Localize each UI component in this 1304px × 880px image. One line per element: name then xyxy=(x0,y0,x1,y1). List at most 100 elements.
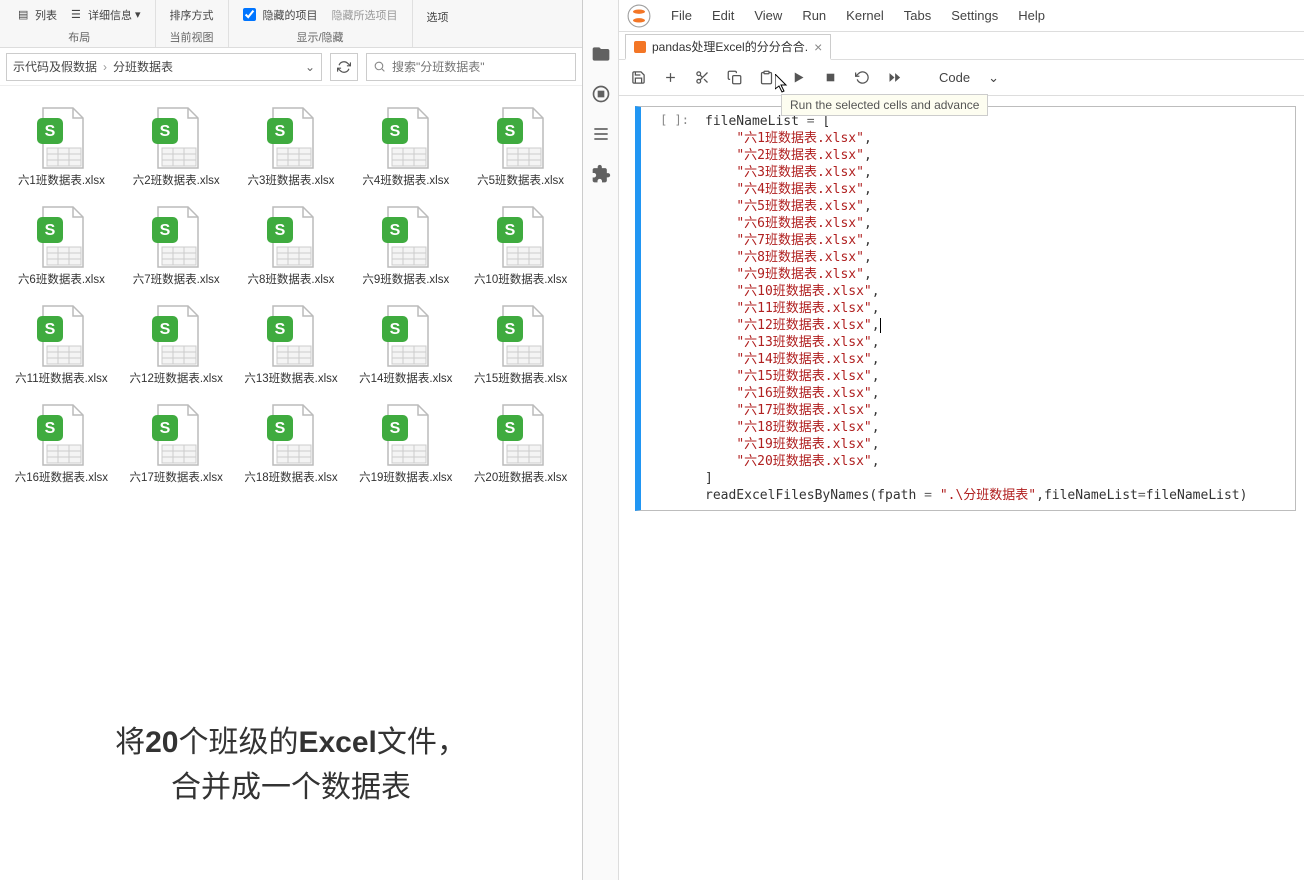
notebook-tab[interactable]: pandas处理Excel的分分合合. × xyxy=(625,34,831,60)
file-item[interactable]: S 六3班数据表.xlsx xyxy=(236,100,347,193)
file-item[interactable]: S 六16班数据表.xlsx xyxy=(6,397,117,490)
file-item[interactable]: S 六12班数据表.xlsx xyxy=(121,298,232,391)
file-label: 六2班数据表.xlsx xyxy=(133,174,220,189)
xlsx-icon: S xyxy=(140,401,212,471)
ribbon: ▤列表 ☰详细信息 ▾ 布局 排序方式 当前视图 隐藏的项目 隐藏所选项目 显示… xyxy=(0,0,582,48)
options-button[interactable]: 选项 xyxy=(423,7,453,27)
details-view-button[interactable]: ☰详细信息 ▾ xyxy=(67,5,145,25)
file-item[interactable]: S 六2班数据表.xlsx xyxy=(121,100,232,193)
hidden-items-checkbox[interactable]: 隐藏的项目 xyxy=(239,5,322,25)
file-item[interactable]: S 六14班数据表.xlsx xyxy=(350,298,461,391)
xlsx-icon: S xyxy=(25,302,97,372)
svg-text:S: S xyxy=(45,222,56,239)
file-item[interactable]: S 六5班数据表.xlsx xyxy=(465,100,576,193)
xlsx-icon: S xyxy=(255,302,327,372)
hide-selected-button[interactable]: 隐藏所选项目 xyxy=(328,5,402,25)
file-item[interactable]: S 六15班数据表.xlsx xyxy=(465,298,576,391)
insert-cell-button[interactable] xyxy=(661,69,679,87)
svg-text:S: S xyxy=(275,123,286,140)
file-item[interactable]: S 六7班数据表.xlsx xyxy=(121,199,232,292)
file-item[interactable]: S 六6班数据表.xlsx xyxy=(6,199,117,292)
menu-help[interactable]: Help xyxy=(1008,4,1055,27)
breadcrumb-part2[interactable]: 分班数据表 xyxy=(113,58,173,75)
refresh-button[interactable] xyxy=(330,53,358,81)
toc-icon[interactable] xyxy=(591,124,611,144)
close-icon[interactable]: × xyxy=(814,39,822,55)
file-item[interactable]: S 六20班数据表.xlsx xyxy=(465,397,576,490)
group-view-label: 当前视图 xyxy=(170,29,214,47)
file-label: 六18班数据表.xlsx xyxy=(244,471,337,486)
xlsx-icon: S xyxy=(370,203,442,273)
menu-file[interactable]: File xyxy=(661,4,702,27)
file-label: 六20班数据表.xlsx xyxy=(474,471,567,486)
file-item[interactable]: S 六8班数据表.xlsx xyxy=(236,199,347,292)
copy-button[interactable] xyxy=(725,69,743,87)
explorer-nav: 示代码及假数据 › 分班数据表 ⌄ xyxy=(0,48,582,86)
menu-settings[interactable]: Settings xyxy=(941,4,1008,27)
menu-run[interactable]: Run xyxy=(792,4,836,27)
file-item[interactable]: S 六13班数据表.xlsx xyxy=(236,298,347,391)
file-item[interactable]: S 六9班数据表.xlsx xyxy=(350,199,461,292)
menu-tabs[interactable]: Tabs xyxy=(894,4,941,27)
xlsx-icon: S xyxy=(140,302,212,372)
breadcrumb-part1[interactable]: 示代码及假数据 xyxy=(13,58,97,75)
list-label: 列表 xyxy=(35,7,57,23)
list-view-button[interactable]: ▤列表 xyxy=(14,5,61,25)
celltype-select[interactable]: Code⌄ xyxy=(939,70,999,86)
code-editor[interactable]: fileNameList = [ "六1班数据表.xlsx", "六2班数据表.… xyxy=(697,107,1295,510)
file-item[interactable]: S 六11班数据表.xlsx xyxy=(6,298,117,391)
xlsx-icon: S xyxy=(255,401,327,471)
file-item[interactable]: S 六17班数据表.xlsx xyxy=(121,397,232,490)
cut-button[interactable] xyxy=(693,69,711,87)
menu-edit[interactable]: Edit xyxy=(702,4,744,27)
run-button[interactable] xyxy=(789,69,807,87)
search-icon xyxy=(373,60,386,73)
menu-view[interactable]: View xyxy=(744,4,792,27)
file-label: 六9班数据表.xlsx xyxy=(362,273,449,288)
file-label: 六5班数据表.xlsx xyxy=(477,174,564,189)
svg-text:S: S xyxy=(45,123,56,140)
xlsx-icon: S xyxy=(370,302,442,372)
breadcrumb[interactable]: 示代码及假数据 › 分班数据表 ⌄ xyxy=(6,53,322,81)
ribbon-group-show: 隐藏的项目 隐藏所选项目 显示/隐藏 xyxy=(229,0,413,47)
search-box[interactable] xyxy=(366,53,576,81)
xlsx-icon: S xyxy=(485,401,557,471)
restart-run-all-button[interactable] xyxy=(885,69,903,87)
file-label: 六3班数据表.xlsx xyxy=(248,174,335,189)
caption: 将20个班级的Excel文件， 合并成一个数据表 xyxy=(0,720,582,810)
file-label: 六12班数据表.xlsx xyxy=(130,372,223,387)
file-label: 六14班数据表.xlsx xyxy=(359,372,452,387)
jupyter-main: FileEditViewRunKernelTabsSettingsHelp pa… xyxy=(619,0,1304,880)
file-label: 六19班数据表.xlsx xyxy=(359,471,452,486)
svg-text:S: S xyxy=(504,420,515,437)
svg-text:S: S xyxy=(389,420,400,437)
search-input[interactable] xyxy=(392,60,569,74)
file-label: 六10班数据表.xlsx xyxy=(474,273,567,288)
xlsx-icon: S xyxy=(255,203,327,273)
chevron-down-icon[interactable]: ⌄ xyxy=(305,60,315,74)
file-item[interactable]: S 六19班数据表.xlsx xyxy=(350,397,461,490)
menu-kernel[interactable]: Kernel xyxy=(836,4,894,27)
save-button[interactable] xyxy=(629,69,647,87)
file-item[interactable]: S 六18班数据表.xlsx xyxy=(236,397,347,490)
paste-button[interactable] xyxy=(757,69,775,87)
interrupt-button[interactable] xyxy=(821,69,839,87)
sort-label: 排序方式 xyxy=(170,7,214,23)
folder-icon[interactable] xyxy=(591,44,611,64)
code-cell[interactable]: [ ]: fileNameList = [ "六1班数据表.xlsx", "六2… xyxy=(635,106,1296,511)
xlsx-icon: S xyxy=(25,401,97,471)
sort-button[interactable]: 排序方式 xyxy=(166,5,218,25)
extensions-icon[interactable] xyxy=(591,164,611,184)
file-item[interactable]: S 六10班数据表.xlsx xyxy=(465,199,576,292)
file-item[interactable]: S 六4班数据表.xlsx xyxy=(350,100,461,193)
file-item[interactable]: S 六1班数据表.xlsx xyxy=(6,100,117,193)
xlsx-icon: S xyxy=(140,203,212,273)
svg-text:S: S xyxy=(389,222,400,239)
file-label: 六7班数据表.xlsx xyxy=(133,273,220,288)
xlsx-icon: S xyxy=(140,104,212,174)
running-icon[interactable] xyxy=(591,84,611,104)
restart-button[interactable] xyxy=(853,69,871,87)
jupyter-pane: FileEditViewRunKernelTabsSettingsHelp pa… xyxy=(583,0,1304,880)
file-label: 六16班数据表.xlsx xyxy=(15,471,108,486)
file-label: 六13班数据表.xlsx xyxy=(244,372,337,387)
